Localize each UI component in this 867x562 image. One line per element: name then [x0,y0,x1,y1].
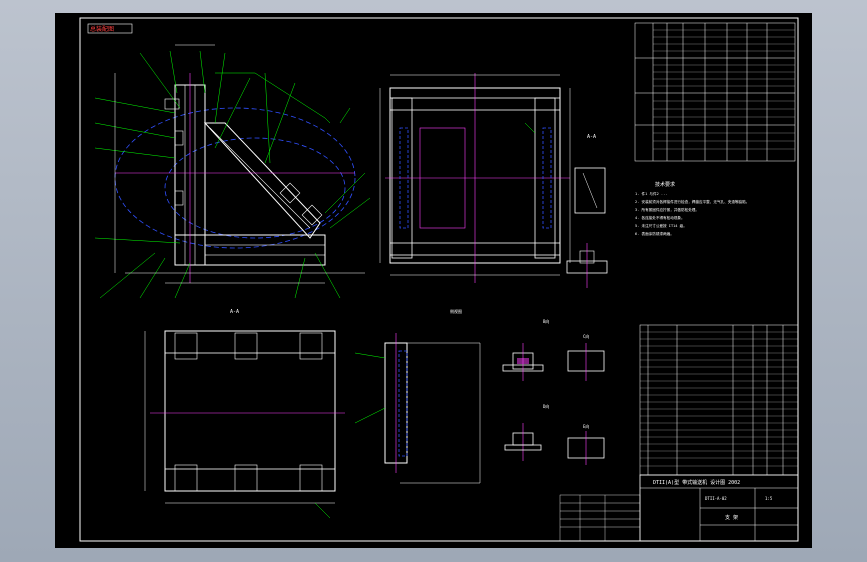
main-frame-view: A-A [94,44,371,315]
note-4: 4. 各连接处不得有松动现象。 [635,215,685,220]
title-part-name: 支 架 [725,514,738,521]
parts-list [639,324,799,476]
svg-text:D向: D向 [543,403,549,409]
view-label-a: A-A [230,309,239,315]
svg-text:A-A: A-A [587,134,596,140]
notes-title: 技术要求 [655,181,675,188]
title-project: DTII(A)型 带式输送机 设计图 2002 [653,479,740,486]
revision-block [559,494,641,542]
upper-right-table [634,22,796,162]
plan-view [144,330,345,519]
svg-text:B向: B向 [543,318,549,324]
drawing-sheet: 总装配图 A-A A-A 技术要求 1. 件1 与件2 ... 2. 安装前须对… [55,13,812,548]
side-frame-view [379,73,571,283]
detail-view-upper: A-A [566,134,608,288]
technical-notes: 技术要求 1. 件1 与件2 ... 2. 安装前须对各焊接件进行检查，焊缝应平… [635,181,749,236]
parts-list-rows [640,331,798,467]
svg-text:C向: C向 [583,333,589,339]
svg-text:E向: E向 [583,423,589,429]
upper-right-table-rows [653,29,795,150]
side-elevation-view: 侧视图 [354,308,481,484]
title-drawing-number: DTII-A-02 [705,496,727,501]
general-arrangement-label: 总装配图 [90,25,114,33]
note-5: 5. 未注尺寸公差按 IT14 级。 [635,223,687,228]
title-block: DTII(A)型 带式输送机 设计图 2002 DTII-A-02 支 架 1:… [639,474,799,542]
note-6: 6. 表面涂防锈漆两遍。 [635,231,674,236]
view-label-right: 侧视图 [450,308,462,314]
cad-viewer-frame: 总装配图 A-A A-A 技术要求 1. 件1 与件2 ... 2. 安装前须对… [0,0,867,562]
detail-view-d: D向 [504,403,549,461]
note-1: 1. 件1 与件2 ... [635,191,667,196]
title-scale: 1:5 [765,496,773,501]
note-3: 3. 所有紧固件应拧紧，并做防松处理。 [635,207,699,212]
detail-view-c: C向 [567,333,605,381]
note-2: 2. 安装前须对各焊接件进行检查，焊缝应平整，无气孔、夹渣等缺陷。 [635,199,749,204]
detail-view-b: B向 [502,318,549,381]
detail-view-e: E向 [567,423,605,465]
cad-drawing: 总装配图 A-A A-A 技术要求 1. 件1 与件2 ... 2. 安装前须对… [79,17,799,542]
drawing-border [79,17,799,542]
